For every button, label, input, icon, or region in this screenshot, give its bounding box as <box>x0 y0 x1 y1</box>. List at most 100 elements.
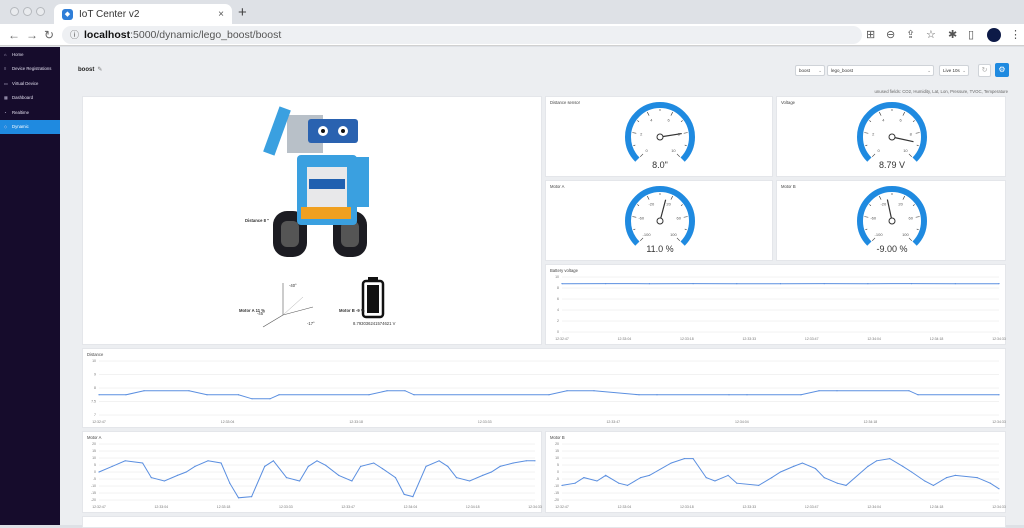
forward-arrow-icon[interactable]: → <box>26 28 38 42</box>
window-close-control[interactable] <box>10 7 19 16</box>
data-point <box>911 283 912 284</box>
data-point <box>447 466 448 467</box>
sidebar-item-virtual-device[interactable]: ▭Virtual Device <box>0 76 60 91</box>
share-icon[interactable]: ⇪ <box>906 28 915 41</box>
gauge-tick <box>632 217 636 218</box>
data-point <box>845 485 846 486</box>
y-tick-label: 0 <box>94 470 96 474</box>
data-point <box>902 466 903 467</box>
profile-avatar[interactable] <box>987 28 1001 42</box>
x-tick-label: 12:34:18 <box>930 505 944 509</box>
gauge-value: 11.0 % <box>546 244 774 254</box>
sidebar-item-home[interactable]: ⌂Home <box>0 47 60 62</box>
data-point <box>534 460 535 461</box>
tab-close-icon[interactable]: × <box>218 9 224 20</box>
sidebar-item-realtime[interactable]: ◔Realtime <box>0 105 60 120</box>
gauge-tick-label: 10 <box>903 148 908 153</box>
gauge-tick <box>917 229 919 230</box>
data-point <box>229 483 230 484</box>
gauge-tick <box>637 121 639 122</box>
window-minimize-control[interactable] <box>23 7 32 16</box>
x-tick-label: 12:33:33 <box>279 505 293 509</box>
gauge-tick-label: 4 <box>882 118 885 123</box>
x-tick-label: 12:34:18 <box>466 505 480 509</box>
x-tick-label: 12:34:04 <box>867 337 881 341</box>
browser-tab[interactable]: ◆ IoT Center v2 × <box>54 4 232 24</box>
x-tick-label: 12:33:47 <box>341 505 355 509</box>
refresh-button[interactable]: ↻ <box>978 64 991 77</box>
device-select[interactable]: boost⌄ <box>795 65 825 76</box>
data-point <box>286 477 287 478</box>
data-point <box>316 460 317 461</box>
gauge-tick-label: 10 <box>671 148 676 153</box>
browser-menu-icon[interactable]: ⋮ <box>1010 28 1021 41</box>
browser-tab-strip: ◆ IoT Center v2 × + <box>0 0 1024 24</box>
gauge-tick-label: -20 <box>648 202 655 207</box>
realtime-icon: ◔ <box>4 110 9 115</box>
data-point <box>386 390 387 391</box>
data-point <box>605 283 606 284</box>
back-arrow-icon[interactable]: ← <box>8 28 20 42</box>
zoom-icon[interactable]: ⊖ <box>886 28 895 41</box>
motor-a-chart-panel: Motor A20151050-5-10-15-2012:32:4712:33:… <box>82 431 542 513</box>
gauge-tick <box>909 154 912 157</box>
gauge-tick <box>640 238 643 241</box>
translate-icon[interactable]: ⊞ <box>866 28 875 41</box>
data-point <box>706 477 707 478</box>
dashboard-select[interactable]: lego_boost⌄ <box>827 65 934 76</box>
window-maximize-control[interactable] <box>36 7 45 16</box>
gauge-hub <box>657 218 663 224</box>
gauge-tick <box>632 133 636 134</box>
data-point <box>373 462 374 463</box>
y-tick-label: 5 <box>94 463 96 467</box>
data-point <box>368 394 369 395</box>
x-tick-label: 12:33:47 <box>606 420 620 424</box>
gauge-tick <box>913 205 915 206</box>
gauge-tick-label: -100 <box>643 232 652 237</box>
url-host: localhost <box>84 29 130 41</box>
data-point <box>780 471 781 472</box>
gauge-tick-label: 20 <box>666 202 671 207</box>
iot-center-favicon-icon: ◆ <box>62 9 73 20</box>
data-point <box>583 477 584 478</box>
gauge-tick-label: -60 <box>870 216 877 221</box>
settings-button[interactable]: ⚙ <box>995 63 1009 77</box>
data-point <box>946 477 947 478</box>
x-tick-label: 12:33:33 <box>478 420 492 424</box>
gauge-tick <box>865 145 867 146</box>
data-point <box>469 480 470 481</box>
refresh-mode-select[interactable]: Live 10s⌄ <box>939 65 969 76</box>
data-point <box>269 398 270 399</box>
edit-pencil-icon[interactable]: ✎ <box>97 67 102 73</box>
sidebar-item-dashboard[interactable]: ▦Dashboard <box>0 91 60 106</box>
x-tick-label: 12:33:04 <box>618 337 632 341</box>
address-bar[interactable]: ⓘ localhost:5000/dynamic/lego_boost/boos… <box>62 26 862 44</box>
data-point <box>273 460 274 461</box>
x-tick-label: 12:34:33 <box>992 420 1006 424</box>
lego-robot-illustration <box>83 97 543 346</box>
y-tick-label: 20 <box>555 442 559 446</box>
data-point <box>800 394 801 395</box>
sidebar-item-dynamic[interactable]: ◇Dynamic <box>0 120 60 135</box>
sidebar-item-device-registrations[interactable]: ≡Device Registrations <box>0 62 60 77</box>
gauge-tick-label: 100 <box>902 232 909 237</box>
x-tick-label: 12:34:04 <box>867 505 881 509</box>
site-info-icon[interactable]: ⓘ <box>70 26 79 44</box>
data-point <box>207 460 208 461</box>
battery-icon <box>363 277 383 317</box>
gauge-tick <box>872 238 875 241</box>
data-point <box>876 460 877 461</box>
gauge-panel-voltage: Voltage02468108.79 V <box>776 96 1006 177</box>
gauge-tick-label: 2 <box>640 132 643 137</box>
browser-toolbar: ← → ↻ ⓘ localhost:5000/dynamic/lego_boos… <box>0 24 1024 46</box>
extensions-icon[interactable]: ✱ <box>948 28 957 41</box>
reload-icon[interactable]: ↻ <box>44 28 54 42</box>
refresh-mode-value: Live 10s <box>943 68 960 73</box>
data-point <box>404 494 405 495</box>
gauge-tick <box>681 121 683 122</box>
sidebar-toggle-icon[interactable]: ▯ <box>968 28 974 41</box>
data-point <box>998 283 999 284</box>
new-tab-button[interactable]: + <box>238 4 247 21</box>
bookmark-star-icon[interactable]: ☆ <box>926 28 936 41</box>
data-point <box>818 390 819 391</box>
